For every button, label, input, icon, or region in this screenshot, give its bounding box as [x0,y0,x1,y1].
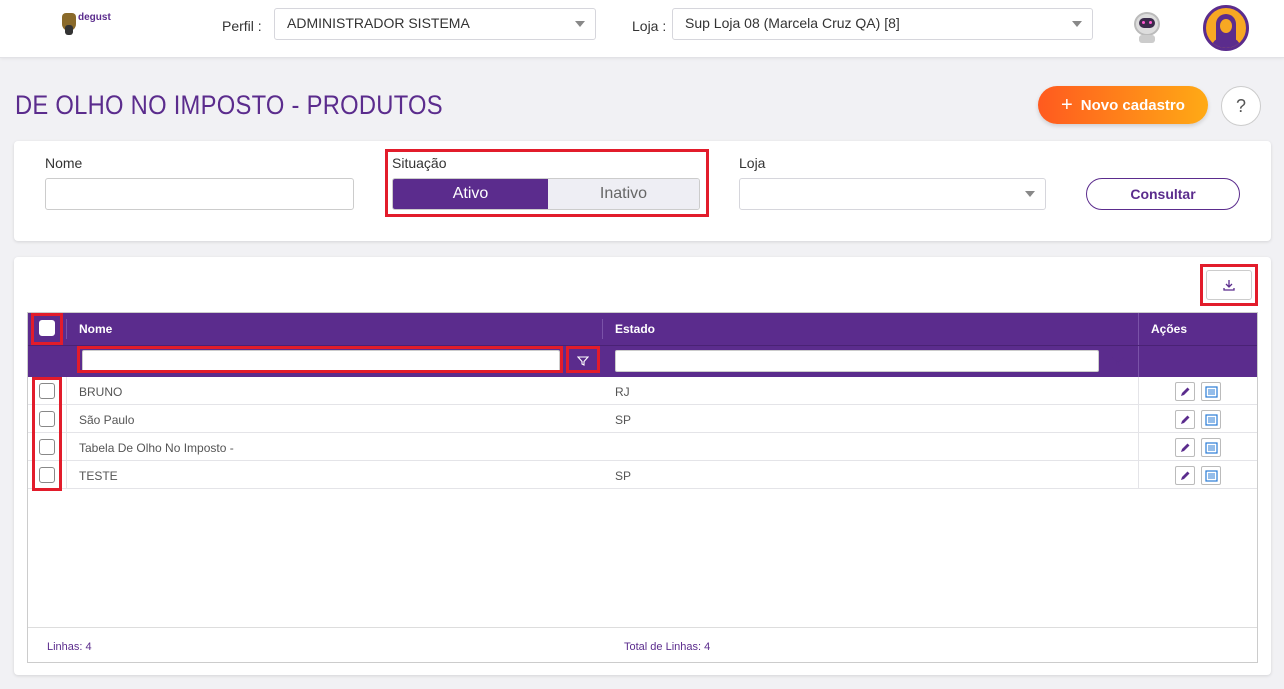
page-title: DE OLHO NO IMPOSTO - PRODUTOS [15,90,443,120]
assistant-robot-icon[interactable] [1130,10,1164,44]
row-nome: São Paulo [79,413,135,427]
top-bar: degust Perfil : ADMINISTRADOR SISTEMA Lo… [0,0,1284,58]
perfil-label: Perfil : [222,18,262,34]
footer-line-count: Linhas: 4 [47,641,92,653]
new-record-button[interactable]: + Novo cadastro [1038,86,1208,124]
estado-column-filter-button[interactable] [1106,350,1130,372]
column-header-acoes: Ações [1151,322,1188,336]
list-icon [1204,385,1218,398]
footer-total-lines: Total de Linhas: 4 [624,641,711,653]
logo-mark-icon [62,13,76,35]
chevron-down-icon [1025,191,1035,197]
situacao-toggle: Ativo Inativo [392,178,700,210]
user-avatar[interactable] [1203,5,1249,51]
loja-select[interactable]: Sup Loja 08 (Marcela Cruz QA) [8] [672,8,1093,40]
loja-filter-select[interactable] [739,178,1046,210]
row-nome: TESTE [79,469,118,483]
logo-text: degust [78,12,111,23]
filter-button-highlight [566,346,600,373]
consultar-button[interactable]: Consultar [1086,178,1240,210]
grid-footer: Linhas: 4 Total de Linhas: 4 [28,627,1257,663]
help-button[interactable]: ? [1221,86,1261,126]
nome-filter-label: Nome [45,155,83,171]
loja-filter-label: Loja [739,155,766,171]
table-row[interactable]: BRUNO RJ [28,377,1257,405]
edit-button[interactable] [1175,410,1195,429]
download-icon [1223,280,1235,291]
table-row[interactable]: TESTE SP [28,461,1257,489]
new-record-label: Novo cadastro [1080,96,1185,114]
chevron-down-icon [1072,21,1082,27]
edit-button[interactable] [1175,438,1195,457]
pencil-icon [1181,471,1190,480]
export-button[interactable] [1206,270,1252,300]
perfil-select[interactable]: ADMINISTRADOR SISTEMA [274,8,596,40]
details-button[interactable] [1201,438,1221,457]
perfil-select-value: ADMINISTRADOR SISTEMA [287,15,470,31]
column-header-estado[interactable]: Estado [615,322,655,336]
list-icon [1204,413,1218,426]
row-estado: RJ [615,385,630,399]
table-row[interactable]: Tabela De Olho No Imposto - [28,433,1257,461]
estado-column-filter-input[interactable] [615,350,1099,372]
nome-filter-highlight [77,346,563,373]
pencil-icon [1181,387,1190,396]
loja-select-value: Sup Loja 08 (Marcela Cruz QA) [8] [685,15,900,31]
row-estado: SP [615,413,632,427]
pencil-icon [1181,415,1190,424]
column-header-nome[interactable]: Nome [79,322,112,336]
plus-icon: + [1061,93,1073,116]
pencil-icon [1181,443,1190,452]
situacao-label: Situação [392,155,447,171]
loja-label: Loja : [632,18,667,34]
list-icon [1204,441,1218,454]
chevron-down-icon [575,21,585,27]
row-nome: Tabela De Olho No Imposto - [79,441,234,455]
situacao-ativo-option[interactable]: Ativo [393,179,548,209]
row-nome: BRUNO [79,385,123,399]
select-all-highlight [31,313,63,345]
degust-logo[interactable]: degust [60,10,111,40]
details-button[interactable] [1201,410,1221,429]
filter-funnel-icon [1112,356,1124,366]
table-row[interactable]: São Paulo SP [28,405,1257,433]
situacao-inativo-option[interactable]: Inativo [548,179,699,209]
row-estado: SP [615,469,632,483]
list-icon [1204,469,1218,482]
grid-header: Nome Estado Ações [28,313,1257,345]
details-button[interactable] [1201,382,1221,401]
row-checkboxes-highlight [32,377,62,491]
edit-button[interactable] [1175,382,1195,401]
details-button[interactable] [1201,466,1221,485]
nome-filter-input[interactable] [45,178,354,210]
edit-button[interactable] [1175,466,1195,485]
